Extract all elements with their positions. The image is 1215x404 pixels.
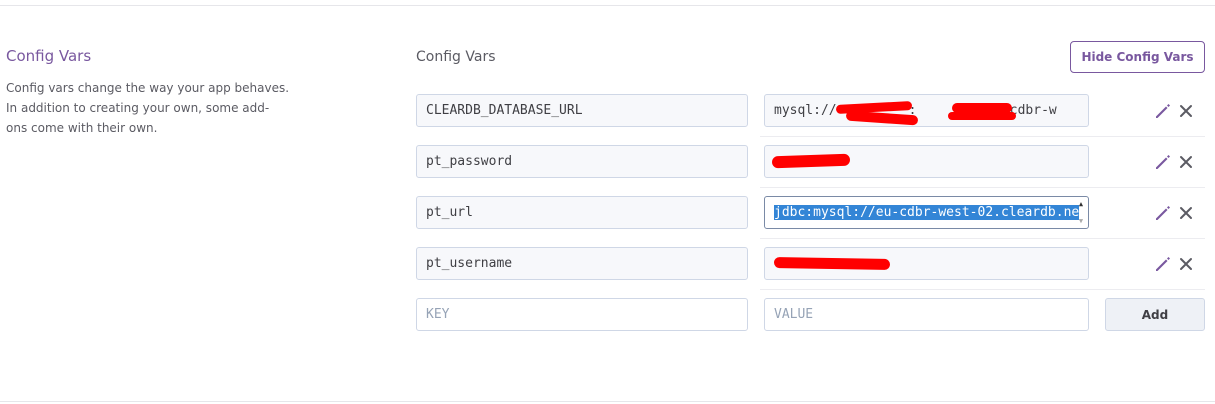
new-value-input[interactable]: VALUE [764,298,1089,331]
add-button[interactable]: Add [1105,298,1205,331]
config-value-field[interactable]: mysql:// : @eu-cdbr-w [764,94,1089,127]
description-line: Config vars change the way your app beha… [6,81,290,95]
row-divider [760,136,1205,137]
config-key-field[interactable]: CLEARDB_DATABASE_URL [416,94,748,127]
pencil-icon[interactable] [1153,101,1173,121]
scroll-arrows[interactable]: ▲ ▼ [1076,200,1086,225]
hide-config-vars-button[interactable]: Hide Config Vars [1070,41,1205,73]
bottom-divider [0,401,1215,402]
section-title: Config Vars [6,47,92,65]
close-icon[interactable] [1176,101,1196,121]
section-description: Config vars change the way your app beha… [6,78,296,138]
row-divider [760,289,1205,290]
description-line: In addition to creating your own, some a… [6,101,270,115]
pencil-icon[interactable] [1153,254,1173,274]
description-line: ons come with their own. [6,121,158,135]
top-divider [0,5,1215,6]
new-key-input[interactable]: KEY [416,298,748,331]
config-key-field[interactable]: pt_username [416,247,748,280]
close-icon[interactable] [1176,152,1196,172]
redaction-mark [948,112,1016,120]
config-key-field[interactable]: pt_password [416,145,748,178]
row-divider [760,238,1205,239]
config-vars-heading: Config Vars [416,49,496,65]
close-icon[interactable] [1176,254,1196,274]
row-divider [760,187,1205,188]
scroll-down-icon[interactable]: ▼ [1079,217,1083,225]
close-icon[interactable] [1176,203,1196,223]
selected-value-text: jdbc:mysql://eu-cdbr-west-02.cleardb.ne [774,205,1080,220]
config-key-field[interactable]: pt_url [416,196,748,229]
pencil-icon[interactable] [1153,152,1173,172]
redaction-mark [773,256,891,271]
config-value-field[interactable]: jdbc:mysql://eu-cdbr-west-02.cleardb.ne … [764,196,1089,229]
pencil-icon[interactable] [1153,203,1173,223]
value-text: mysql:// [774,103,837,118]
scroll-up-icon[interactable]: ▲ [1079,200,1083,208]
